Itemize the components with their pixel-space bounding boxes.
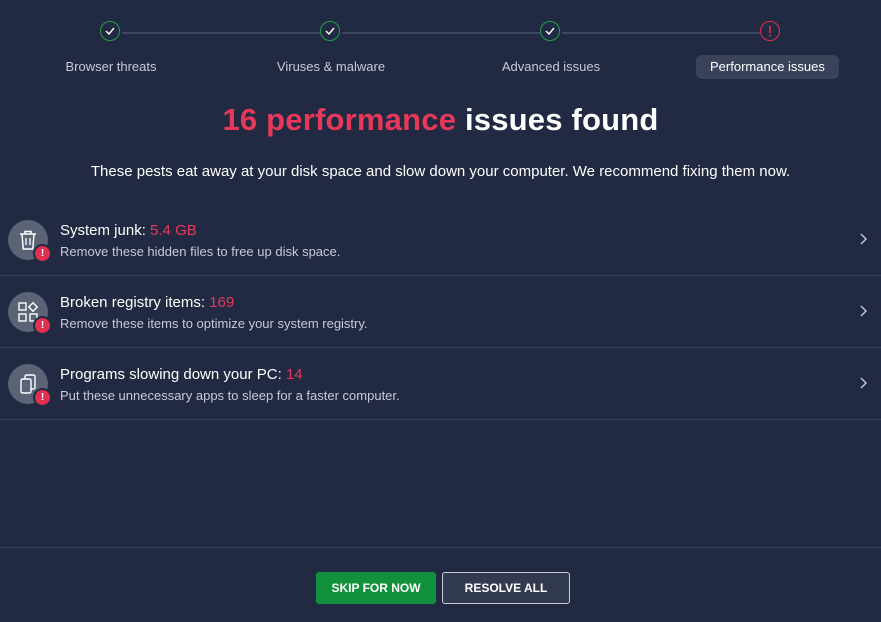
issue-title-label: Broken registry items:	[60, 294, 206, 311]
issue-description: Remove these hidden files to free up dis…	[60, 244, 341, 259]
issue-title-label: Programs slowing down your PC:	[60, 366, 282, 383]
skip-for-now-button[interactable]: SKIP FOR NOW	[316, 572, 436, 604]
step-label-performance-issues: Performance issues	[696, 55, 839, 79]
issue-row-broken-registry[interactable]: ! Broken registry items: 169 Remove thes…	[0, 276, 881, 348]
issue-title-label: System junk:	[60, 222, 146, 239]
page-subtitle: These pests eat away at your disk space …	[90, 163, 791, 180]
progress-stepper: Browser threats Viruses & malware Advanc…	[0, 0, 881, 90]
page-title: 16 performance issues found	[0, 102, 881, 138]
exclamation-icon	[760, 21, 780, 41]
issue-value: 14	[285, 366, 303, 383]
chevron-right-icon	[860, 233, 867, 245]
issue-value: 5.4 GB	[150, 222, 197, 239]
check-icon	[100, 21, 120, 41]
footer-divider	[0, 547, 881, 548]
alert-badge: !	[33, 316, 52, 335]
step-label-advanced-issues: Advanced issues	[501, 59, 601, 74]
issue-row-system-junk[interactable]: ! System junk: 5.4 GB Remove these hidde…	[0, 204, 881, 276]
check-icon	[540, 21, 560, 41]
issue-description: Put these unnecessary apps to sleep for …	[60, 388, 400, 403]
issue-value: 169	[209, 294, 235, 311]
issue-title: System junk: 5.4 GB	[60, 222, 197, 239]
step-label-browser-threats: Browser threats	[65, 59, 157, 74]
issue-count-text: 16 performance	[222, 102, 457, 137]
stepper-connector	[342, 32, 540, 34]
check-icon	[320, 21, 340, 41]
resolve-all-button[interactable]: RESOLVE ALL	[442, 572, 570, 604]
issue-title: Programs slowing down your PC: 14	[60, 366, 303, 383]
chevron-right-icon	[860, 377, 867, 389]
chevron-right-icon	[860, 305, 867, 317]
stepper-connector	[122, 32, 320, 34]
stepper-connector	[562, 32, 760, 34]
issue-list: ! System junk: 5.4 GB Remove these hidde…	[0, 204, 881, 420]
step-label-viruses-malware: Viruses & malware	[276, 59, 386, 74]
issue-found-text: issues found	[456, 102, 659, 137]
alert-badge: !	[33, 244, 52, 263]
issue-title: Broken registry items: 169	[60, 294, 234, 311]
alert-badge: !	[33, 388, 52, 407]
issue-description: Remove these items to optimize your syst…	[60, 316, 368, 331]
issue-row-programs-slowing[interactable]: ! Programs slowing down your PC: 14 Put …	[0, 348, 881, 420]
